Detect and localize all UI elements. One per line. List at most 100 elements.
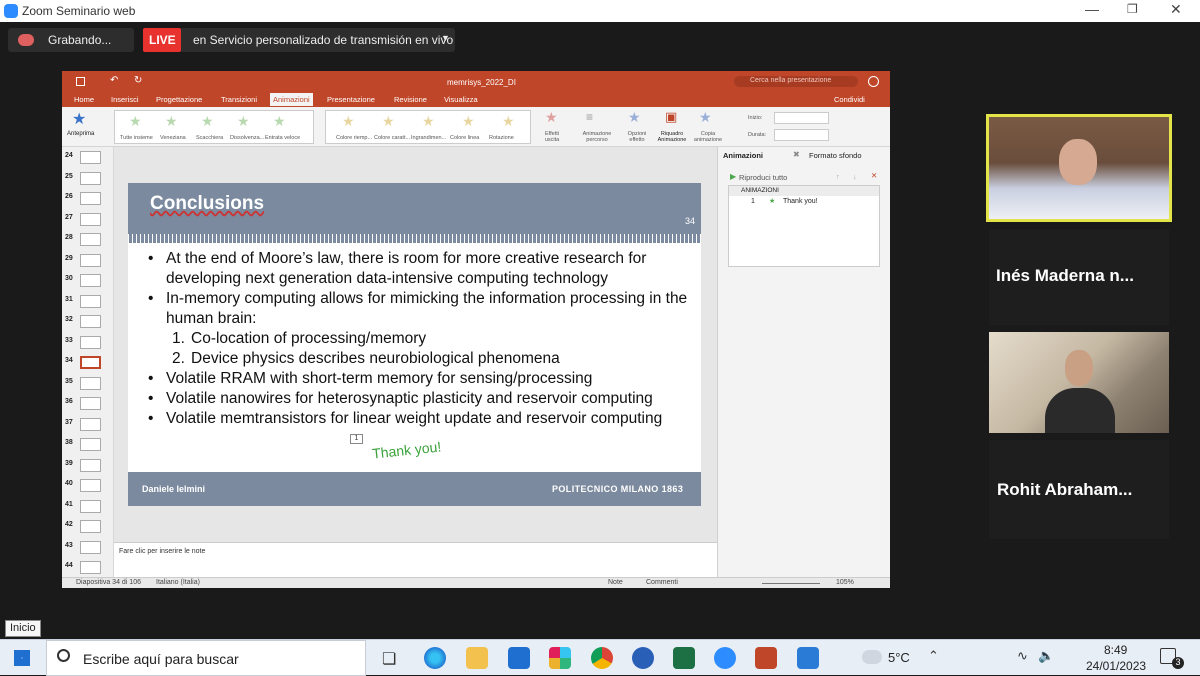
notes-pane[interactable]: Fare clic per inserire le note <box>114 542 717 577</box>
slide-thumbnail[interactable] <box>80 151 101 164</box>
duration-input[interactable] <box>774 129 829 141</box>
edge-icon[interactable] <box>424 647 446 669</box>
slide-thumbnail[interactable] <box>80 233 101 246</box>
play-all-button[interactable]: Riproduci tutto <box>739 173 787 182</box>
close-panel-icon[interactable]: ✖ <box>793 150 800 159</box>
zoom-icon[interactable] <box>714 647 736 669</box>
slide-thumbnail[interactable] <box>80 356 101 369</box>
video-tile[interactable] <box>989 332 1169 433</box>
start-label: Inizio: <box>748 115 763 121</box>
bullet-item: • Volatile RRAM with short-term memory fo… <box>148 370 593 387</box>
panel-tab-animazioni[interactable]: Animazioni <box>723 151 763 160</box>
thumbnail-number: 24 <box>65 152 73 159</box>
slack-icon[interactable] <box>549 647 571 669</box>
slide-thumbnail[interactable] <box>80 458 101 472</box>
tab-progettazione[interactable]: Progettazione <box>156 95 202 104</box>
slide-thumbnail[interactable] <box>80 540 101 554</box>
mail-icon[interactable] <box>508 647 530 669</box>
effect-options-icon[interactable]: ★ <box>628 109 641 126</box>
motion-path-icon[interactable]: ≡ <box>586 110 593 124</box>
slide-thumbnail[interactable] <box>80 397 101 410</box>
weather-icon <box>862 650 882 664</box>
animation-tag[interactable]: 1 <box>350 434 363 444</box>
notes-button[interactable]: Note <box>608 579 623 586</box>
clock-time[interactable]: 8:49 <box>1104 643 1127 657</box>
thumbnail-number: 29 <box>65 254 73 262</box>
emphasis-effects-gallery[interactable]: ★ ★ ★ ★ ★ Colore riemp... Colore caratt.… <box>325 110 531 144</box>
share-button[interactable]: Condividi <box>834 95 865 104</box>
animation-star-icon: ★ <box>769 198 776 205</box>
slide-thumbnail[interactable] <box>80 376 101 390</box>
minimize-button[interactable]: — <box>1085 1 1099 17</box>
photos-icon[interactable] <box>797 647 819 669</box>
move-down-icon[interactable]: ↓ <box>853 172 857 181</box>
play-icon[interactable]: ▶ <box>730 172 736 181</box>
slide-thumbnail[interactable] <box>80 479 101 492</box>
task-view-icon[interactable]: ❏ <box>382 649 396 669</box>
live-service-dropdown[interactable]: en Servicio personalizado de transmisión… <box>181 28 455 52</box>
recording-indicator[interactable]: Grabando... <box>8 28 134 52</box>
ppt-search-input[interactable]: Cerca nella presentazione <box>734 76 858 87</box>
entrance-effects-gallery[interactable]: ★ ★ ★ ★ ★ Tutte insieme Veneziana Scacch… <box>114 110 314 144</box>
tab-transizioni[interactable]: Transizioni <box>221 95 257 104</box>
clock-date[interactable]: 24/01/2023 <box>1086 659 1146 673</box>
excel-icon[interactable] <box>673 647 695 669</box>
redo-icon[interactable]: ↻ <box>134 75 142 86</box>
tab-revisione[interactable]: Revisione <box>394 95 427 104</box>
app-icon[interactable] <box>632 647 654 669</box>
slide-thumbnail[interactable] <box>80 294 101 308</box>
temperature[interactable]: 5°C <box>888 650 910 665</box>
wifi-icon[interactable]: ∿ <box>1017 648 1028 664</box>
search-placeholder: Escribe aquí para buscar <box>83 651 239 667</box>
slide-thumbnail[interactable] <box>80 212 101 226</box>
chrome-icon[interactable] <box>591 647 613 669</box>
duration-label: Durata: <box>748 132 767 138</box>
preview-star-icon[interactable]: ★ <box>72 109 86 129</box>
close-button[interactable]: ✕ <box>1170 1 1182 18</box>
slide-thumbnail[interactable] <box>80 192 101 205</box>
copy-animation-icon[interactable]: ★ <box>699 109 712 126</box>
tab-inserisci[interactable]: Inserisci <box>111 95 139 104</box>
slide-thumbnail[interactable] <box>80 438 101 451</box>
exit-effects-icon[interactable]: ★ <box>545 109 558 126</box>
maximize-button[interactable]: ❐ <box>1127 2 1138 16</box>
tab-presentazione[interactable]: Presentazione <box>327 95 375 104</box>
move-up-icon[interactable]: ↑ <box>836 172 840 181</box>
animation-pane-icon[interactable]: ▣ <box>665 109 677 125</box>
zoom-slider[interactable] <box>762 583 820 584</box>
slide-thumbnail[interactable] <box>80 335 101 349</box>
volume-icon[interactable]: 🔈 <box>1038 648 1054 664</box>
tab-home[interactable]: Home <box>74 95 94 104</box>
taskbar-search-input[interactable]: Escribe aquí para buscar <box>46 640 366 676</box>
preview-label: Anteprima <box>67 131 95 137</box>
undo-icon[interactable]: ↶ <box>110 75 118 86</box>
windows-start-icon[interactable] <box>14 650 30 666</box>
video-tile[interactable]: Rohit Abraham... <box>989 440 1169 539</box>
slide-thumbnail[interactable] <box>80 561 101 574</box>
animation-item[interactable]: 1 ★ Thank you! <box>729 197 879 208</box>
slide-thumbnail[interactable] <box>80 171 101 185</box>
remove-icon[interactable]: ✕ <box>871 171 877 180</box>
slide-thumbnail[interactable] <box>80 274 101 287</box>
video-tile[interactable]: Inés Maderna n... <box>989 229 1169 325</box>
start-select[interactable] <box>774 112 829 124</box>
comments-button[interactable]: Commenti <box>646 579 678 586</box>
ppt-tabs: Home Inserisci Progettazione Transizioni… <box>62 93 890 107</box>
tab-animazioni[interactable]: Animazioni <box>270 93 313 106</box>
user-icon[interactable] <box>868 76 879 87</box>
panel-tab-formato[interactable]: Formato sfondo <box>809 151 862 160</box>
bullet-item: • In-memory computing allows for mimickin… <box>148 290 688 327</box>
save-icon[interactable] <box>76 77 85 86</box>
slide-thumbnail[interactable] <box>80 520 101 533</box>
zoom-level[interactable]: 105% <box>836 579 854 586</box>
tab-visualizza[interactable]: Visualizza <box>444 95 478 104</box>
video-tile-active[interactable] <box>986 114 1172 222</box>
slide-thumbnail[interactable] <box>80 315 101 328</box>
slide-thumbnail[interactable] <box>80 499 101 513</box>
slide-footer: Daniele Ielmini POLITECNICO MILANO 1863 <box>128 472 701 506</box>
file-explorer-icon[interactable] <box>466 647 488 669</box>
chevron-up-icon[interactable]: ⌃ <box>928 648 939 664</box>
slide-thumbnail[interactable] <box>80 417 101 431</box>
slide-thumbnail[interactable] <box>80 253 101 267</box>
powerpoint-icon[interactable] <box>755 647 777 669</box>
